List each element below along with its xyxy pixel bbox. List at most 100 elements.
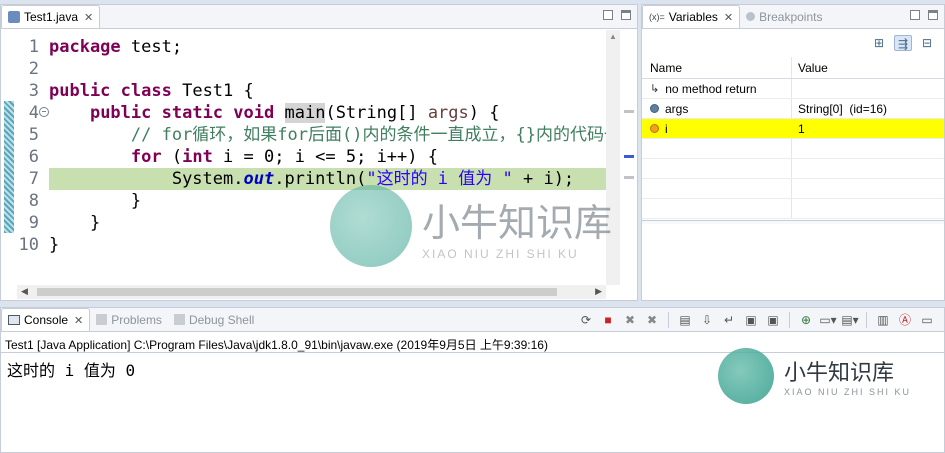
console-tabbar: Console ✕ Problems Debug Shell ⟳ ■ ✖ ✖ ▤… xyxy=(1,308,944,332)
name-column-header[interactable]: Name xyxy=(642,57,792,78)
scroll-lock-icon[interactable]: ⇩ xyxy=(698,312,716,328)
debug-shell-icon xyxy=(173,314,185,325)
word-wrap-icon[interactable]: ↵ xyxy=(720,312,738,328)
code-text: } xyxy=(89,213,101,233)
show-on-error-icon[interactable]: ▣ xyxy=(764,312,782,328)
table-row[interactable]: ↳ no method return xyxy=(642,79,944,99)
show-type-names-icon[interactable]: ⊞ xyxy=(870,35,888,51)
left-ruler xyxy=(1,30,17,285)
code-text: (String[] xyxy=(325,103,428,123)
variables-window-buttons xyxy=(910,10,938,20)
overview-marker[interactable] xyxy=(624,110,634,113)
variable-value-cell: 1 xyxy=(798,122,805,136)
editor-tab-test1-java[interactable]: Test1.java ✕ xyxy=(1,5,101,28)
variable-name: no method return xyxy=(665,81,757,96)
editor-window-buttons xyxy=(603,10,631,20)
keyword: int xyxy=(182,147,213,167)
variable-name-cell: i xyxy=(642,119,792,138)
pin-console-icon[interactable]: ⊕ xyxy=(797,312,815,328)
watermark-center: 小牛知识库 XIAO NIU ZHI SHI KU xyxy=(330,185,612,267)
display-console-icon[interactable]: ▭▾ xyxy=(819,312,837,328)
line-number: 3 xyxy=(28,81,39,101)
parameter: args xyxy=(427,103,469,123)
line-number: 9 xyxy=(28,213,39,233)
scroll-right-icon[interactable]: ▶ xyxy=(595,286,602,297)
maximize-icon[interactable] xyxy=(621,10,631,20)
code-line-6: for (int i = 0; i <= 5; i++) { xyxy=(49,146,606,168)
tab-breakpoints[interactable]: Breakpoints xyxy=(740,5,828,28)
maximize-icon[interactable] xyxy=(928,10,938,20)
value-column-header[interactable]: Value xyxy=(792,57,944,78)
watermark-logo-icon xyxy=(330,185,412,267)
highlight-icon[interactable]: Ⓐ xyxy=(896,312,914,328)
comment: // for循环，如果for后面()内的条件一直成立，{}内的代码一直执 xyxy=(130,125,606,145)
empty-row xyxy=(642,199,944,219)
local-variable-icon xyxy=(650,104,659,113)
line-numbers: 1 2 3 4 5 6 7 8 9 10 xyxy=(17,36,39,256)
close-icon[interactable]: ✕ xyxy=(74,314,83,327)
keyword: public xyxy=(49,81,111,101)
remove-launch-icon[interactable]: ✖ xyxy=(621,312,639,328)
variables-toolbar: ⊞ ⇶ ⊟ xyxy=(870,35,936,51)
empty-row xyxy=(642,139,944,159)
tab-debug-shell[interactable]: Debug Shell xyxy=(168,308,260,331)
code-line-4: public static void main(String[] args) { xyxy=(49,102,606,124)
overview-marker[interactable] xyxy=(624,176,634,179)
view-menu-icon[interactable]: ▥ xyxy=(874,312,892,328)
scroll-left-icon[interactable]: ◀ xyxy=(21,286,28,297)
variables-table: Name Value ↳ no method return args String… xyxy=(642,57,944,219)
minimize-icon[interactable]: ▭ xyxy=(918,312,936,328)
scroll-up-icon[interactable]: ▲ xyxy=(609,32,617,41)
relaunch-icon[interactable]: ⟳ xyxy=(577,312,595,328)
line-number: 6 xyxy=(28,147,39,167)
console-toolbar: ⟳ ■ ✖ ✖ ▤ ⇩ ↵ ▣ ▣ ⊕ ▭▾ ▤▾ ▥ Ⓐ ▭ xyxy=(577,312,936,328)
breakpoints-icon xyxy=(746,12,756,21)
tab-console[interactable]: Console ✕ xyxy=(1,308,91,331)
line-number: 5 xyxy=(28,125,39,145)
fold-toggle-icon[interactable]: − xyxy=(39,107,49,117)
breakpoints-tab-label: Breakpoints xyxy=(759,9,823,24)
problems-icon xyxy=(96,314,108,325)
tab-problems[interactable]: Problems xyxy=(90,308,168,331)
variable-value-cell: String[0] (id=16) xyxy=(798,102,888,116)
console-tab-label: Console xyxy=(24,313,69,327)
watermark-console: 小牛知识库 XIAO NIU ZHI SHI KU xyxy=(718,348,911,404)
collapse-all-icon[interactable]: ⊟ xyxy=(918,35,936,51)
details-pane-divider[interactable] xyxy=(642,220,944,224)
minimize-icon[interactable] xyxy=(910,10,920,20)
console-icon xyxy=(8,315,20,325)
overview-marker[interactable] xyxy=(624,155,634,158)
open-console-icon[interactable]: ▤▾ xyxy=(841,312,859,328)
close-icon[interactable]: ✕ xyxy=(84,11,93,24)
line-number: 8 xyxy=(28,191,39,211)
minimize-icon[interactable] xyxy=(603,10,613,20)
watermark-pinyin: XIAO NIU ZHI SHI KU xyxy=(422,246,579,261)
table-row[interactable]: args String[0] (id=16) xyxy=(642,99,944,119)
line-number: 10 xyxy=(18,235,39,255)
terminate-icon[interactable]: ■ xyxy=(599,312,617,328)
line-number: 1 xyxy=(28,37,39,57)
static-field: out xyxy=(243,169,275,189)
show-logical-structure-icon[interactable]: ⇶ xyxy=(894,35,912,51)
variable-name-cell: args xyxy=(642,99,792,118)
code-text: } xyxy=(49,235,60,255)
editor-horizontal-scrollbar[interactable]: ◀ ▶ xyxy=(17,285,606,299)
keyword: for xyxy=(130,147,162,167)
console-output[interactable]: 这时的 i 值为 0 xyxy=(7,357,135,381)
clear-console-icon[interactable]: ▤ xyxy=(676,312,694,328)
scroll-thumb[interactable] xyxy=(37,288,557,296)
code-text: test; xyxy=(120,37,183,57)
table-row-selected[interactable]: i 1 xyxy=(642,119,944,139)
remove-all-launches-icon[interactable]: ✖ xyxy=(643,312,661,328)
show-on-output-icon[interactable]: ▣ xyxy=(742,312,760,328)
watermark-logo-icon xyxy=(718,348,774,404)
variable-name-cell: ↳ no method return xyxy=(642,79,792,98)
code-text: i = 0; i <= 5; i++) { xyxy=(212,147,438,167)
watermark-cn: 小牛知识库 xyxy=(422,202,613,245)
tab-variables[interactable]: (x)= Variables ✕ xyxy=(642,5,741,28)
close-icon[interactable]: ✕ xyxy=(724,11,733,24)
keyword: void xyxy=(233,103,275,123)
variable-name: args xyxy=(665,101,689,116)
variables-tab-label: Variables xyxy=(668,10,718,24)
